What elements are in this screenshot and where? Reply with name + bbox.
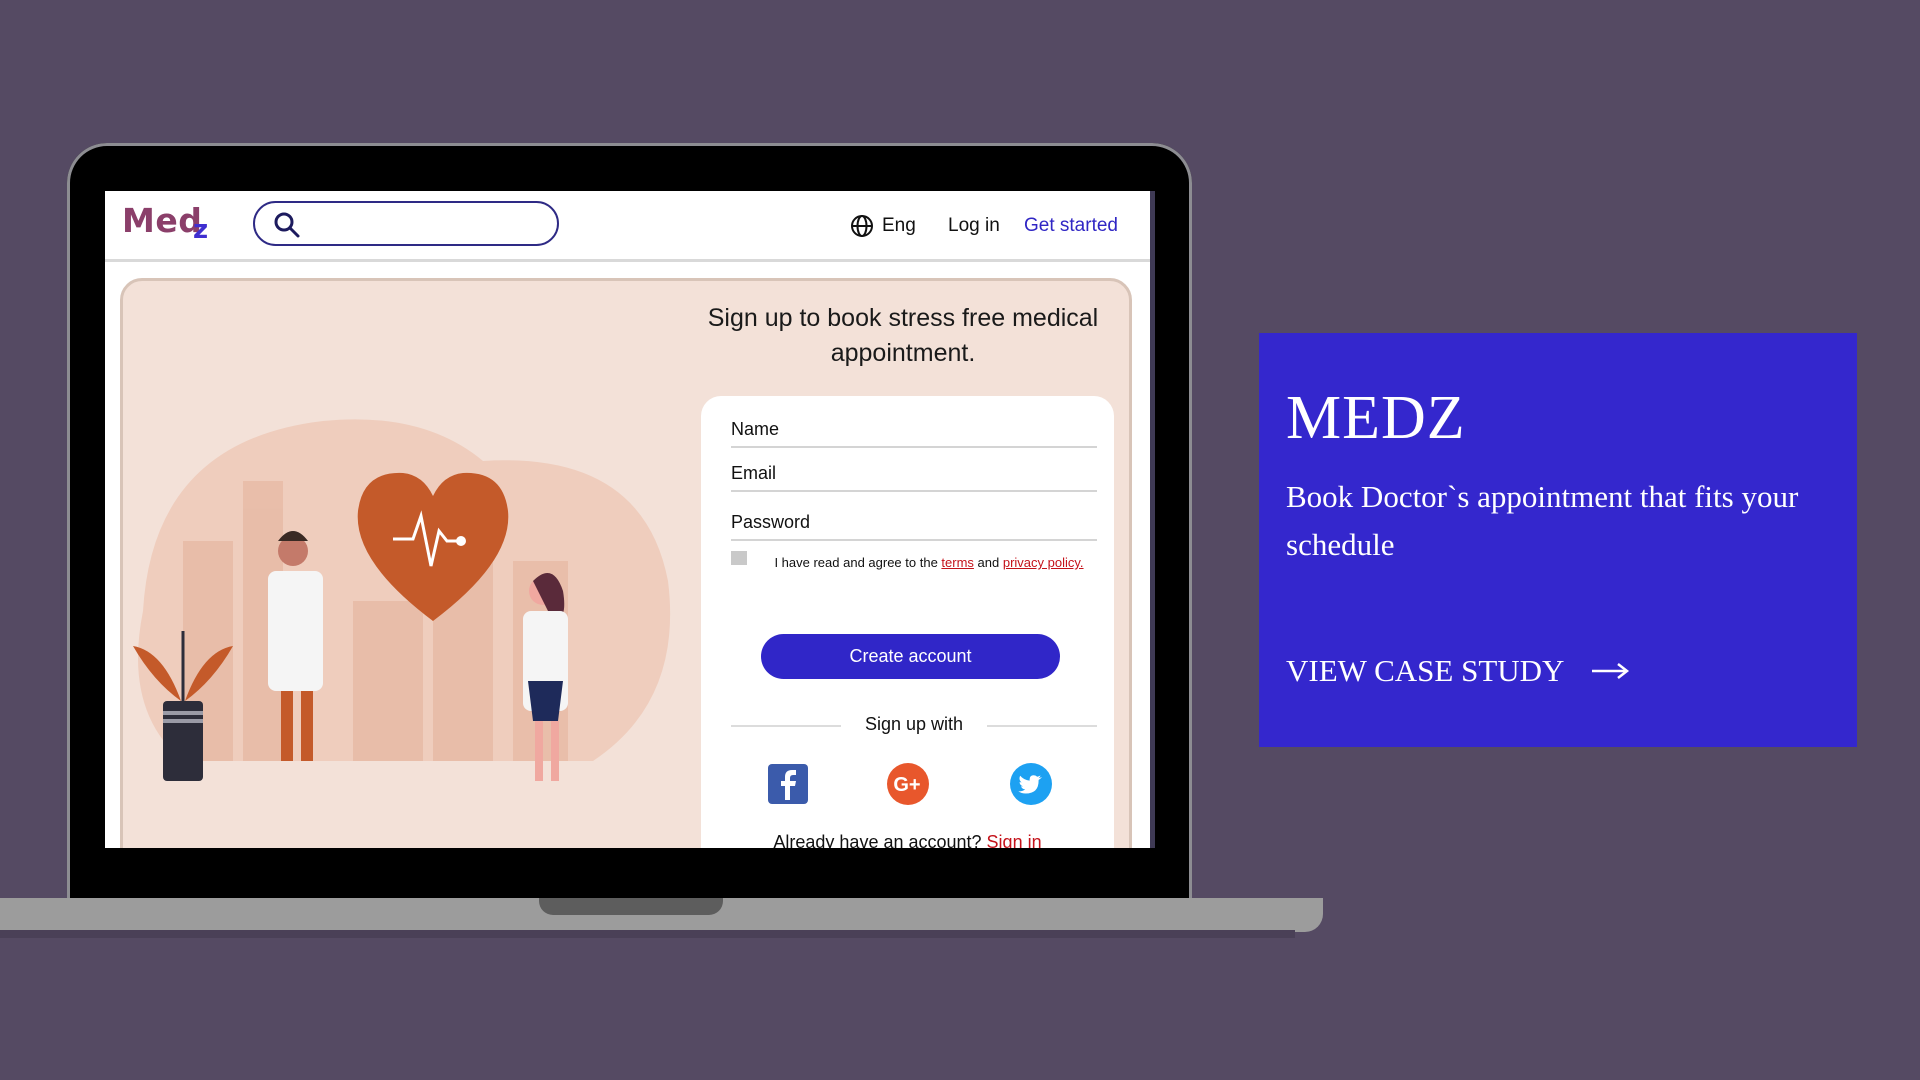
agree-prefix: I have read and agree to the (774, 555, 942, 570)
already-account-label: Already have an account? (773, 832, 987, 848)
svg-text:G+: G+ (893, 774, 920, 796)
site-header: Med z Eng Log in Get started (105, 191, 1152, 262)
globe-icon (851, 215, 873, 237)
privacy-policy-link[interactable]: privacy policy. (1003, 555, 1084, 570)
terms-text: I have read and agree to the terms and p… (759, 553, 1099, 573)
facebook-icon[interactable] (766, 762, 810, 806)
signup-form: Name Email Password I have read and agre… (701, 396, 1114, 848)
laptop-screen: Med z Eng Log in Get started Sign up to … (105, 191, 1152, 848)
sign-in-link[interactable]: Sign in (987, 832, 1042, 848)
signup-title: Sign up to book stress free medical appo… (707, 304, 1099, 367)
name-field[interactable]: Name (731, 419, 1097, 448)
login-link[interactable]: Log in (948, 215, 1000, 237)
google-plus-icon[interactable]: G+ (886, 762, 930, 806)
create-account-button[interactable]: Create account (761, 634, 1060, 679)
already-account-text: Already have an account? Sign in (701, 832, 1114, 848)
language-label: Eng (882, 215, 916, 236)
doctors-illustration (133, 419, 671, 781)
arrow-right-icon (1592, 663, 1630, 679)
signup-with-divider: Sign up with (731, 714, 1097, 738)
get-started-link[interactable]: Get started (1024, 215, 1118, 237)
signup-hero: Sign up to book stress free medical appo… (120, 278, 1132, 848)
password-field[interactable]: Password (731, 512, 1097, 541)
agree-and: and (973, 555, 1003, 570)
site-logo[interactable]: Med (122, 201, 202, 240)
view-case-study-label: VIEW CASE STUDY (1286, 653, 1565, 688)
laptop-base-shadow (0, 930, 1295, 938)
view-case-study-link[interactable]: VIEW CASE STUDY (1286, 653, 1630, 689)
site-logo-suffix: z (193, 215, 209, 245)
email-field[interactable]: Email (731, 463, 1097, 492)
search-input[interactable] (253, 201, 559, 246)
case-study-panel: MEDZ Book Doctor`s appointment that fits… (1259, 333, 1857, 747)
screen-edge (1150, 191, 1155, 848)
terms-link[interactable]: terms (941, 555, 974, 570)
twitter-icon[interactable] (1009, 762, 1053, 806)
case-study-description: Book Doctor`s appointment that fits your… (1286, 479, 1799, 562)
divider-line-right (987, 725, 1097, 727)
laptop-notch (539, 898, 723, 915)
search-icon (274, 212, 300, 238)
terms-checkbox[interactable] (731, 551, 747, 565)
case-study-title: MEDZ (1286, 384, 1466, 452)
language-selector[interactable]: Eng (850, 213, 916, 239)
